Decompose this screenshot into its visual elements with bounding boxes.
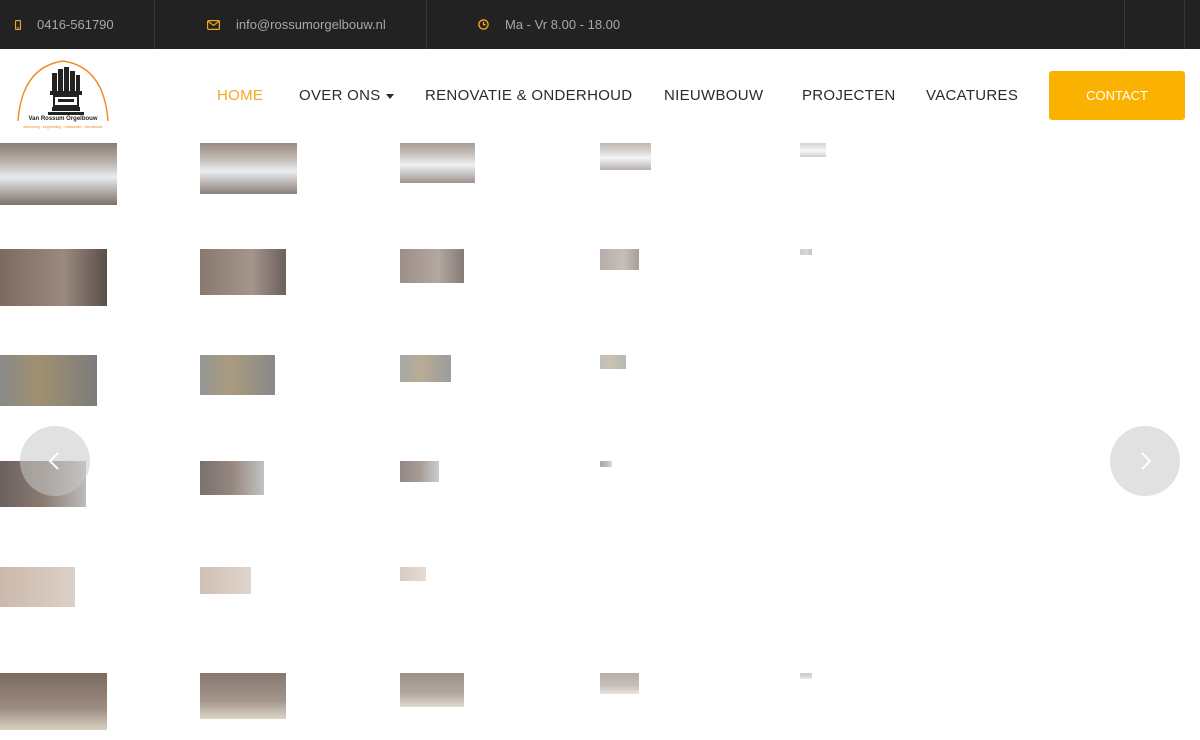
logo-tagline: advisering - begeleiding - restauratie -… — [23, 125, 103, 129]
slider-image-tile — [600, 673, 639, 694]
slider-image-tile — [0, 355, 97, 406]
slider-image-tile — [200, 673, 286, 719]
top-bar: 0416-561790 info@rossumorgelbouw.nl Ma -… — [0, 0, 1200, 49]
hero-slider — [0, 143, 1200, 740]
slider-image-tile — [0, 143, 117, 205]
envelope-icon — [207, 19, 220, 30]
slider-image-tile — [400, 249, 464, 283]
slider-image-tile — [0, 249, 107, 306]
site-header: Van Rossum Orgelbouw advisering - begele… — [0, 49, 1200, 143]
topbar-divider — [426, 0, 427, 49]
slider-image-tile — [200, 249, 286, 295]
slider-image-tile — [0, 673, 107, 730]
topbar-divider — [1124, 0, 1125, 49]
slider-image-tile — [200, 143, 297, 194]
chevron-left-icon — [48, 452, 59, 470]
nav-renovatie-onderhoud[interactable]: RENOVATIE & ONDERHOUD — [425, 87, 632, 104]
mobile-phone-icon — [15, 19, 21, 30]
logo-name: Van Rossum Orgelbouw — [28, 116, 98, 122]
phone-info[interactable]: 0416-561790 — [15, 0, 114, 49]
slider-image-tile — [800, 249, 812, 255]
hours-info: Ma - Vr 8.00 - 18.00 — [478, 0, 620, 49]
opening-hours: Ma - Vr 8.00 - 18.00 — [505, 17, 621, 32]
slider-image-tile — [600, 461, 612, 467]
site-logo[interactable]: Van Rossum Orgelbouw advisering - begele… — [14, 59, 112, 133]
caret-down-icon — [385, 93, 394, 99]
nav-projecten[interactable]: PROJECTEN — [802, 87, 896, 104]
slider-image-tile — [600, 355, 626, 369]
slider-image-tile — [800, 673, 812, 679]
slider-image-tile — [400, 461, 439, 482]
slider-image-tile — [600, 249, 639, 270]
topbar-divider — [1184, 0, 1185, 49]
slider-image-tile — [400, 355, 451, 382]
contact-button[interactable]: CONTACT — [1049, 71, 1185, 120]
slider-image-tile — [0, 567, 75, 607]
slider-prev-button[interactable] — [20, 426, 90, 496]
nav-over-ons[interactable]: OVER ONS — [299, 87, 394, 104]
topbar-divider — [154, 0, 155, 49]
slider-image-tile — [800, 143, 826, 157]
clock-icon — [478, 19, 489, 30]
nav-vacatures[interactable]: VACATURES — [926, 87, 1018, 104]
slider-image-tile — [400, 673, 464, 707]
email-info[interactable]: info@rossumorgelbouw.nl — [207, 0, 386, 49]
nav-over-ons-label: OVER ONS — [299, 87, 381, 104]
slider-image-tile — [200, 355, 275, 395]
slider-image-tile — [200, 461, 264, 495]
slider-next-button[interactable] — [1110, 426, 1180, 496]
slider-image-tile — [400, 143, 475, 183]
slider-image-tile — [400, 567, 426, 581]
phone-number[interactable]: 0416-561790 — [37, 17, 114, 32]
chevron-right-icon — [1141, 452, 1152, 470]
email-address[interactable]: info@rossumorgelbouw.nl — [236, 17, 386, 32]
nav-home[interactable]: HOME — [217, 87, 263, 104]
slider-image-tile — [200, 567, 251, 594]
nav-nieuwbouw[interactable]: NIEUWBOUW — [664, 87, 763, 104]
slider-image-tile — [600, 143, 651, 170]
